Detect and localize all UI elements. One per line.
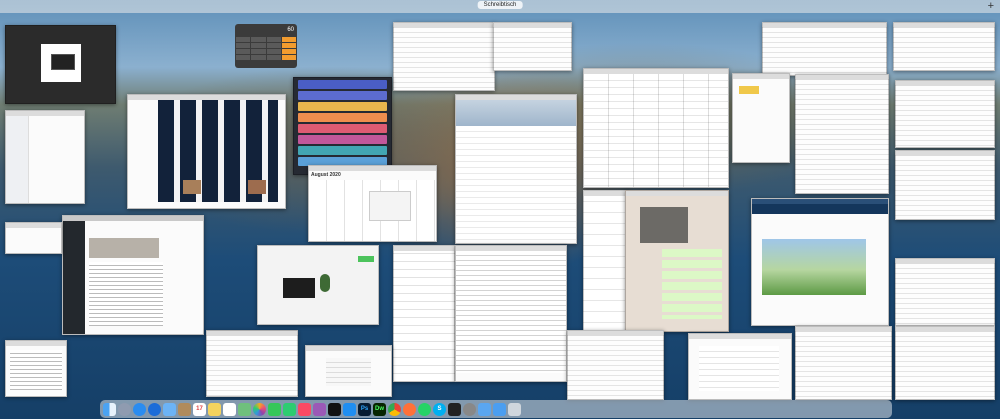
mail-icon[interactable]	[163, 402, 176, 416]
window-finder-top-2[interactable]	[493, 22, 572, 71]
calendar-icon[interactable]: 17	[193, 402, 206, 416]
window-mail-message[interactable]	[455, 245, 567, 382]
window-mail-list-3[interactable]	[895, 150, 995, 220]
window-product-photo[interactable]	[257, 245, 379, 325]
music-icon[interactable]	[298, 402, 311, 416]
contacts-icon[interactable]	[178, 402, 191, 416]
window-spreadsheet[interactable]	[583, 68, 729, 188]
window-calendar[interactable]: August 2020	[308, 165, 437, 242]
skype-icon[interactable]: S	[433, 402, 446, 416]
window-whatsapp-chat[interactable]	[625, 190, 729, 332]
window-activity-monitor[interactable]	[455, 94, 577, 244]
calendar-month-title: August 2020	[311, 172, 341, 178]
finder-icon[interactable]	[103, 402, 116, 416]
tv-icon[interactable]	[328, 402, 341, 416]
window-notes-panel[interactable]	[688, 333, 792, 400]
desktop-wallpaper: Schreibtisch + 60 August 2020 17 Ps Dw S	[0, 0, 1000, 419]
folder-icon[interactable]	[478, 402, 491, 416]
safari-icon[interactable]	[133, 402, 146, 416]
firefox-icon[interactable]	[403, 402, 416, 416]
window-finder-top-3[interactable]	[762, 22, 887, 76]
window-finder-bottom-2[interactable]	[567, 330, 664, 400]
1password-icon[interactable]	[148, 402, 161, 416]
whatsapp-icon[interactable]	[418, 402, 431, 416]
space-desktop-1[interactable]: Schreibtisch	[477, 1, 523, 9]
window-small-dialog[interactable]	[5, 222, 62, 254]
window-mail-message-list[interactable]	[393, 245, 455, 382]
notes-icon[interactable]	[208, 402, 221, 416]
reminders-icon[interactable]	[223, 402, 236, 416]
mission-control-spaces-bar: Schreibtisch +	[0, 0, 1000, 13]
window-calculator[interactable]: 60	[235, 24, 297, 68]
launchpad-icon[interactable]	[118, 402, 131, 416]
window-finder-sidebar[interactable]	[5, 110, 85, 204]
chrome-icon[interactable]	[388, 402, 401, 416]
calculator-keypad[interactable]	[235, 36, 297, 61]
terminal-icon[interactable]	[448, 402, 461, 416]
photos-icon[interactable]	[253, 402, 266, 416]
window-finder-top-4[interactable]	[893, 22, 995, 71]
add-space-button[interactable]: +	[988, 0, 994, 12]
window-safari-article[interactable]	[751, 198, 889, 326]
app-store-icon[interactable]	[343, 402, 356, 416]
window-finder-bottom-1[interactable]	[206, 330, 298, 397]
window-mail-list-4[interactable]	[895, 258, 995, 326]
dreamweaver-icon[interactable]: Dw	[373, 402, 386, 416]
window-mail-list-2[interactable]	[895, 80, 995, 148]
window-whatsapp-contacts[interactable]	[583, 190, 629, 332]
facetime-icon[interactable]	[283, 402, 296, 416]
trash-icon[interactable]	[508, 402, 521, 416]
window-installer[interactable]	[305, 345, 392, 397]
maps-icon[interactable]	[238, 402, 251, 416]
window-mail-list-1[interactable]	[795, 74, 889, 194]
dock: 17 Ps Dw S	[100, 400, 892, 418]
window-reminders-colored-lists[interactable]	[293, 77, 392, 175]
window-wordpress-editor[interactable]	[62, 215, 204, 335]
window-text-document[interactable]	[5, 340, 67, 397]
calculator-display: 60	[287, 27, 294, 33]
messages-icon[interactable]	[268, 402, 281, 416]
window-photos-grid[interactable]	[127, 94, 286, 209]
window-notes[interactable]	[732, 73, 790, 163]
system-preferences-icon[interactable]	[463, 402, 476, 416]
window-video-player[interactable]	[5, 25, 116, 104]
window-mail-list-5[interactable]	[795, 326, 892, 400]
podcasts-icon[interactable]	[313, 402, 326, 416]
window-mail-list-6[interactable]	[895, 326, 995, 400]
window-finder-top-1[interactable]	[393, 22, 495, 91]
downloads-icon[interactable]	[493, 402, 506, 416]
photoshop-icon[interactable]: Ps	[358, 402, 371, 416]
